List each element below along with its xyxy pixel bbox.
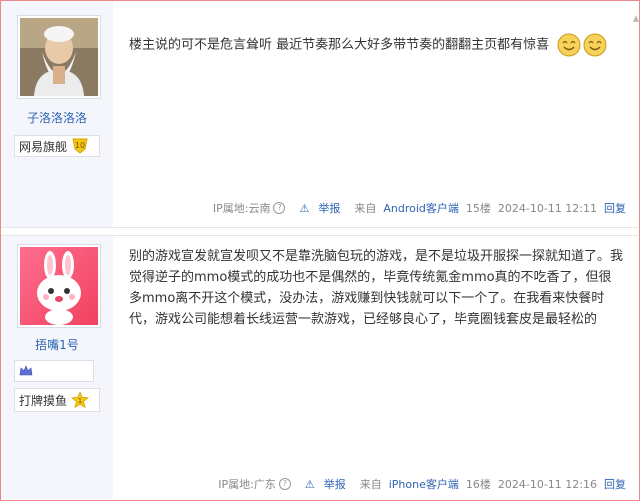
level-star-icon: 1 [71,391,89,409]
avatar-image-bunny [20,247,98,325]
device-link[interactable]: Android客户端 [383,202,459,215]
report-icon: ⚠ [304,478,315,491]
report-link[interactable]: ⚠ 举报 [292,200,340,216]
post-text: 别的游戏宣发就宣发呗又不是靠洗脑包玩的游戏，是不是垃圾开服探一探就知道了。我觉得… [129,249,624,327]
fan-badge[interactable]: 打牌摸鱼 1 [14,388,100,412]
smiley-face-icon [583,33,607,57]
post-divider [1,227,638,236]
source-prefix: 来自 iPhone客户端 [359,478,459,491]
post-meta: IP属地:云南 ? ⚠ 举报 来自 Android客户端 15楼 2024-10-1… [213,200,626,216]
report-label: 举报 [318,202,341,215]
username-link[interactable]: 子洛洛洛洛 [1,109,113,126]
username-link[interactable]: 捂嘴1号 [1,336,113,353]
level-number: 10 [75,141,85,150]
floor-number: 16楼 [465,478,491,491]
title-badge[interactable] [14,360,94,382]
ip-location: IP属地:云南 [212,202,271,215]
report-link[interactable]: ⚠ 举报 [298,476,346,492]
floor-number: 15楼 [465,202,491,215]
badge-label: 打牌摸鱼 [19,393,68,408]
post-text: 楼主说的可不是危言耸听 最近节奏那么大好多带节奏的翻翻主页都有惊喜 [129,37,550,53]
post-15: 子洛洛洛洛 网易旗舰 10 楼主说的可不是危言耸听 最近节奏那么大好多带节奏的翻… [1,1,638,227]
avatar[interactable] [17,244,101,328]
reply-link[interactable]: 回复 [604,476,626,492]
report-label: 举报 [323,478,346,491]
help-icon[interactable]: ? [278,478,291,490]
post-meta: IP属地:广东 ? ⚠ 举报 来自 iPhone客户端 16楼 2024-10-11… [218,476,626,492]
scrollbar-arrow-icon[interactable] [632,12,640,24]
source-prefix: 来自 Android客户端 [354,202,459,215]
avatar-image-elder [20,18,98,96]
fan-badge[interactable]: 网易旗舰 10 [14,135,100,157]
report-icon: ⚠ [299,202,310,215]
post-content: 楼主说的可不是危言耸听 最近节奏那么大好多带节奏的翻翻主页都有惊喜 [129,33,624,57]
badge-label: 网易旗舰 [19,139,68,154]
reply-link[interactable]: 回复 [604,200,626,216]
help-icon[interactable]: ? [273,202,286,214]
level-number: 1 [78,397,82,405]
level-badge-icon: 10 [72,138,88,154]
emoji-group [557,33,607,57]
post-16: 捂嘴1号 打牌摸鱼 1 别的游戏宣发就宣发呗又不是靠洗脑包玩的游戏，是不是垃圾开… [1,236,638,499]
post-time: 2024-10-11 12:11 [497,201,597,215]
avatar[interactable] [17,15,101,99]
user-sidebar: 子洛洛洛洛 网易旗舰 10 [1,1,113,227]
user-sidebar: 捂嘴1号 打牌摸鱼 1 [1,236,113,499]
post-content: 别的游戏宣发就宣发呗又不是靠洗脑包玩的游戏，是不是垃圾开服探一探就知道了。我觉得… [129,246,624,330]
smiley-face-icon [557,33,581,57]
post-time: 2024-10-11 12:16 [497,477,597,491]
device-link[interactable]: iPhone客户端 [389,478,459,491]
crown-icon [19,365,33,376]
ip-location: IP属地:广东 [218,478,276,491]
